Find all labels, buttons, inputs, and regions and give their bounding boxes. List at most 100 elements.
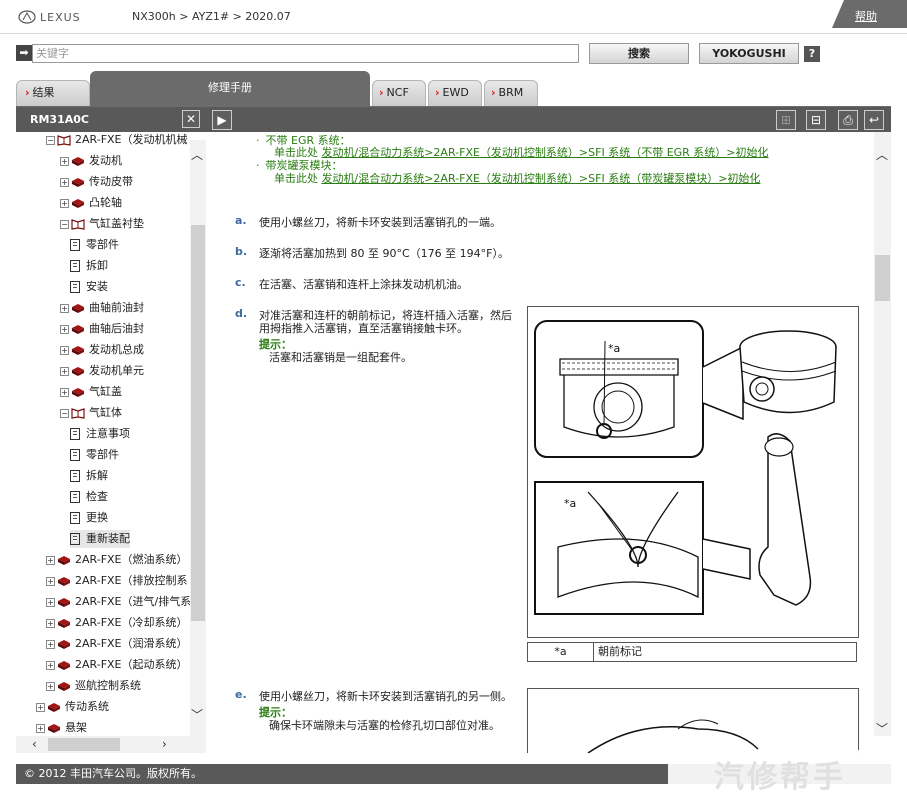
tree-item[interactable]: 拆卸 (70, 257, 108, 275)
expand-icon[interactable]: + (60, 366, 69, 376)
tree-item[interactable]: − 气缸体 (60, 404, 122, 422)
tree-item[interactable]: 更换 (70, 509, 108, 527)
expand-icon[interactable]: + (60, 303, 69, 313)
tree-item-label: 传动皮带 (89, 175, 133, 188)
expand-icon[interactable]: + (60, 177, 69, 187)
tree-item[interactable]: +2AR-FXE（燃油系统） (46, 551, 188, 569)
tab-ncf[interactable]: › NCF (372, 80, 426, 106)
tree-item[interactable]: + 曲轴后油封 (60, 320, 144, 338)
scroll-up-icon[interactable]: ︿ (876, 146, 888, 163)
tree-item[interactable]: +2AR-FXE（排放控制系 (46, 572, 188, 590)
tree-item[interactable]: 注意事项 (70, 425, 130, 443)
help-link[interactable]: 帮助 (855, 8, 877, 24)
scroll-down-icon[interactable]: ﹀ (876, 720, 888, 737)
open-book-icon (71, 407, 85, 419)
chevron-right-icon: › (491, 86, 496, 99)
tree-item[interactable]: +2AR-FXE（起动系统） (46, 656, 188, 674)
tree-item-label: 重新装配 (86, 532, 130, 545)
page-icon (70, 428, 80, 440)
tree-item[interactable]: 重新装配 (70, 530, 130, 548)
tree-item[interactable]: +2AR-FXE（冷却系统） (46, 614, 188, 632)
page-icon (70, 260, 80, 272)
tree-item[interactable]: 检查 (70, 488, 108, 506)
tab-results[interactable]: › 结果 (16, 80, 90, 106)
expand-icon[interactable]: + (46, 681, 55, 691)
link-line-no-egr: 单击此处 发动机/混合动力系统>2AR-FXE（发动机控制系统）>SFI 系统（… (274, 146, 769, 159)
tree-item[interactable]: − 2AR-FXE（发动机机械 (46, 132, 188, 149)
scroll-up-icon[interactable]: ︿ (191, 146, 203, 163)
scroll-left-icon[interactable]: ‹ (32, 737, 37, 751)
expand-icon[interactable]: + (46, 660, 55, 670)
tree-item[interactable]: 安装 (70, 278, 108, 296)
back-icon[interactable]: ↩ (864, 110, 884, 130)
content-vertical-scrollbar[interactable] (874, 132, 891, 736)
print-icon[interactable]: ⎙ (838, 110, 858, 130)
search-arrow-icon: ➡ (16, 45, 32, 61)
svg-text:*a: *a (564, 497, 576, 510)
tree-item[interactable]: + 发动机单元 (60, 362, 144, 380)
closed-book-icon (72, 156, 84, 166)
snap-ring-figure (527, 688, 859, 753)
page-icon (70, 533, 80, 545)
tab-manual[interactable]: 修理手册 (90, 71, 370, 107)
expand-icon[interactable]: + (46, 618, 55, 628)
expand-icon[interactable]: + (60, 198, 69, 208)
expand-panel-button[interactable]: ▶ (212, 110, 232, 130)
help-question-button[interactable]: ? (804, 46, 820, 62)
tree-item[interactable]: +2AR-FXE（进气/排气系 (46, 593, 190, 611)
tab-brm[interactable]: › BRM (484, 80, 538, 106)
close-panel-button[interactable]: ✕ (182, 110, 200, 128)
chevron-right-icon: › (379, 86, 384, 99)
expand-icon[interactable]: + (36, 702, 45, 712)
tree-item[interactable]: + 凸轮轴 (60, 194, 122, 212)
tree-item[interactable]: 零部件 (70, 446, 119, 464)
tree-item[interactable]: + 巡航控制系统 (46, 677, 141, 695)
tree-item[interactable]: + 发动机总成 (60, 341, 144, 359)
expand-icon[interactable]: + (60, 387, 69, 397)
tree-item[interactable]: 零部件 (70, 236, 119, 254)
closed-book-icon (72, 345, 84, 355)
scroll-right-icon[interactable]: › (162, 737, 167, 751)
svg-text:LEXUS: LEXUS (40, 11, 81, 24)
search-input[interactable] (32, 44, 579, 63)
tree-item-label: 2AR-FXE（燃油系统） (75, 553, 188, 566)
collapse-all-icon[interactable]: ⊟ (806, 110, 826, 130)
tree-item[interactable]: + 气缸盖 (60, 383, 122, 401)
tree-item[interactable]: +2AR-FXE（润滑系统） (46, 635, 188, 653)
expand-icon[interactable]: + (46, 555, 55, 565)
tree-item[interactable]: − 气缸盖衬垫 (60, 215, 144, 233)
expand-icon[interactable]: + (60, 156, 69, 166)
tree-item[interactable]: + 曲轴前油封 (60, 299, 144, 317)
collapse-icon[interactable]: − (60, 408, 69, 418)
tree-item-label: 曲轴后油封 (89, 322, 144, 335)
closed-book-icon (58, 597, 70, 607)
tree-item[interactable]: + 传动皮带 (60, 173, 133, 191)
tree-hscroll-thumb[interactable] (48, 738, 120, 751)
link-sfi-init-canister[interactable]: 发动机/混合动力系统>2AR-FXE（发动机控制系统）>SFI 系统（带炭罐泵模… (322, 172, 761, 185)
link-sfi-init-no-egr[interactable]: 发动机/混合动力系统>2AR-FXE（发动机控制系统）>SFI 系统（不带 EG… (322, 146, 769, 159)
tree-item[interactable]: + 传动系统 (36, 698, 109, 716)
collapse-icon[interactable]: − (60, 219, 69, 229)
link-line-canister: 单击此处 发动机/混合动力系统>2AR-FXE（发动机控制系统）>SFI 系统（… (274, 172, 761, 185)
expand-icon[interactable]: + (46, 576, 55, 586)
collapse-icon[interactable]: − (46, 135, 55, 145)
expand-icon[interactable]: + (46, 639, 55, 649)
tree-item[interactable]: + 发动机 (60, 152, 122, 170)
expand-icon[interactable]: + (60, 345, 69, 355)
expand-icon[interactable]: + (60, 324, 69, 334)
expand-icon[interactable]: + (46, 597, 55, 607)
content-scroll-thumb[interactable] (875, 255, 890, 301)
tree-item[interactable]: + 悬架 (36, 719, 87, 736)
yokogushi-button[interactable]: YOKOGUSHI (699, 43, 799, 64)
closed-book-icon (72, 177, 84, 187)
tree-item[interactable]: 拆解 (70, 467, 108, 485)
scroll-down-icon[interactable]: ﹀ (191, 706, 203, 723)
expand-all-icon[interactable]: ⊞ (776, 110, 796, 130)
tree-item-label: 更换 (86, 511, 108, 524)
search-button[interactable]: 搜索 (589, 43, 689, 64)
tab-ewd[interactable]: › EWD (428, 80, 482, 106)
expand-icon[interactable]: + (36, 723, 45, 733)
watermark-text: 汽修帮手 (714, 760, 846, 795)
closed-book-icon (58, 618, 70, 628)
tree-scroll-thumb[interactable] (191, 225, 205, 621)
